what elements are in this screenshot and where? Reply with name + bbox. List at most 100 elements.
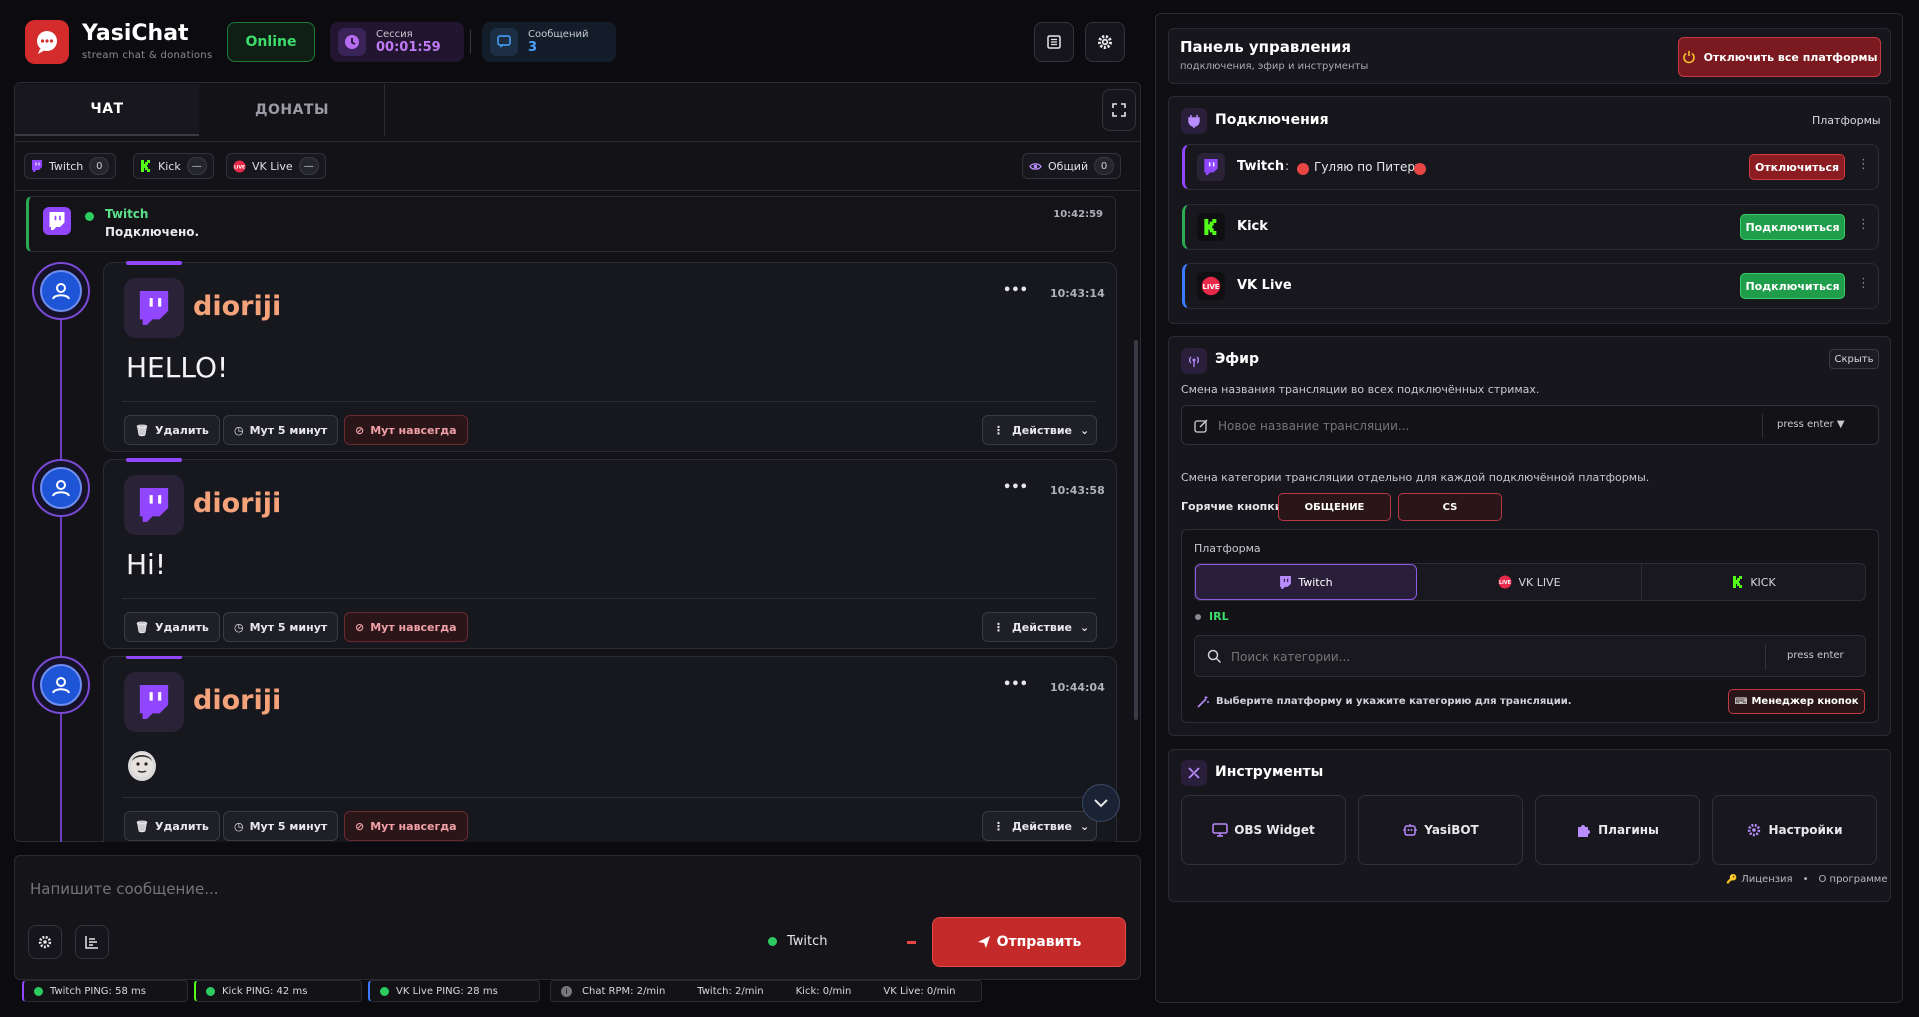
row-menu-icon[interactable]: ⋮ xyxy=(1857,276,1870,291)
session-label: Сессия xyxy=(376,29,413,40)
more-options-button[interactable]: ••• xyxy=(1003,480,1028,495)
system-time: 10:42:59 xyxy=(1053,209,1103,220)
mute-forever-button[interactable]: ⊘ Мут навсегда xyxy=(344,612,468,642)
filter-all[interactable]: Общий 0 xyxy=(1022,153,1122,179)
yasibot-button[interactable]: YasiBOT xyxy=(1358,795,1523,865)
message-icon xyxy=(490,28,518,56)
field-divider xyxy=(1765,644,1766,670)
message-input[interactable] xyxy=(16,860,1136,918)
scroll-down-button[interactable] xyxy=(1082,784,1120,822)
platform-status-dot xyxy=(768,937,777,946)
message-username[interactable]: dioriji xyxy=(193,291,281,322)
hide-button[interactable]: Скрыть xyxy=(1829,349,1879,369)
platforms-label: Платформы xyxy=(1812,114,1881,127)
filter-kick-count: — xyxy=(186,157,207,175)
connect-vklive-button[interactable]: Подключиться xyxy=(1740,273,1845,299)
hotkey-button[interactable]: CS xyxy=(1398,493,1502,521)
twitch-ping-text: Twitch PING: 58 ms xyxy=(50,985,146,997)
twitch-icon xyxy=(124,278,184,338)
messages-label: Сообщений xyxy=(528,29,589,40)
info-icon: i xyxy=(561,985,572,997)
message-text: Hi! xyxy=(126,548,167,581)
stream-title-field: press enter ▼ xyxy=(1181,405,1879,445)
connection-row-twitch: Twitch : Гуляю по Питеру Отключиться ⋮ xyxy=(1182,144,1879,190)
delete-button[interactable]: 🗑 Удалить xyxy=(124,612,220,642)
chat-scrollbar[interactable] xyxy=(1134,340,1138,720)
trash-icon: 🗑 xyxy=(135,423,149,437)
status-dot xyxy=(34,986,43,996)
category-search-input[interactable] xyxy=(1231,645,1731,669)
vklive-ping: VK Live PING: 28 ms xyxy=(368,980,540,1002)
tool-label: Настройки xyxy=(1768,823,1843,837)
twitch-icon xyxy=(124,475,184,535)
action-dropdown[interactable]: ⋮ Действие ⌄ xyxy=(982,415,1097,445)
mute-forever-button[interactable]: ⊘ Мут навсегда xyxy=(344,811,468,841)
user-icon xyxy=(52,677,70,694)
button-manager-button[interactable]: ⌨ Менеджер кнопок xyxy=(1728,689,1865,714)
platform-tab-twitch[interactable]: Twitch xyxy=(1195,564,1417,600)
platform-tab-label: Twitch xyxy=(1298,575,1333,589)
list-view-button[interactable] xyxy=(1034,22,1074,62)
action-dropdown[interactable]: ⋮ Действие ⌄ xyxy=(982,811,1097,841)
platform-tab-kick[interactable]: KICK xyxy=(1643,564,1865,600)
plugins-button[interactable]: Плагины xyxy=(1535,795,1700,865)
vklive-icon: LIVE xyxy=(1197,272,1225,300)
more-options-button[interactable]: ••• xyxy=(1003,677,1028,692)
filter-twitch[interactable]: Twitch 0 xyxy=(24,153,117,179)
mute-5min-button[interactable]: ◷ Мут 5 минут xyxy=(223,612,339,642)
press-enter-hint[interactable]: press enter xyxy=(1787,650,1844,661)
power-icon xyxy=(1682,51,1695,64)
disconnect-twitch-button[interactable]: Отключиться xyxy=(1749,154,1845,180)
platform-tab-label: KICK xyxy=(1750,575,1776,589)
filter-kick[interactable]: Kick — xyxy=(133,153,214,179)
message-username[interactable]: dioriji xyxy=(193,488,281,519)
send-button[interactable]: Отправить xyxy=(932,917,1126,967)
mute-forever-button[interactable]: ⊘ Мут навсегда xyxy=(344,415,468,445)
about-link[interactable]: О программе xyxy=(1818,874,1887,885)
composer-settings-button[interactable] xyxy=(28,925,62,959)
mute-5min-button[interactable]: ◷ Мут 5 минут xyxy=(223,811,339,841)
hotkey-button[interactable]: ОБЩЕНИЕ xyxy=(1278,493,1391,521)
stats-button[interactable] xyxy=(75,925,109,959)
avatar xyxy=(32,262,90,320)
filter-vklive[interactable]: LIVE VK Live — xyxy=(226,153,326,179)
gear-icon xyxy=(1098,35,1112,49)
delete-button[interactable]: 🗑 Удалить xyxy=(124,415,220,445)
connect-kick-button[interactable]: Подключиться xyxy=(1740,214,1845,240)
message-username[interactable]: dioriji xyxy=(193,685,281,716)
mute-forever-label: Мут навсегда xyxy=(370,620,457,634)
stream-title: Гуляю по Питеру xyxy=(1314,160,1423,174)
action-dropdown[interactable]: ⋮ Действие ⌄ xyxy=(982,612,1097,642)
license-link[interactable]: Лицензия xyxy=(1741,874,1792,885)
composer-platform[interactable]: Twitch xyxy=(787,934,828,949)
stream-title-input[interactable] xyxy=(1218,414,1738,438)
hotkeys-label: Горячие кнопки: xyxy=(1181,500,1287,513)
disconnect-all-button[interactable]: Отключить все платформы xyxy=(1678,37,1881,77)
settings-tool-button[interactable]: Настройки xyxy=(1712,795,1877,865)
filter-vklive-count: — xyxy=(298,157,319,175)
tools-title: Инструменты xyxy=(1215,764,1324,780)
press-enter-hint[interactable]: press enter ▼ xyxy=(1777,419,1845,430)
row-menu-icon[interactable]: ⋮ xyxy=(1857,157,1870,172)
obs-widget-button[interactable]: OBS Widget xyxy=(1181,795,1346,865)
app-title: YasiChat xyxy=(82,21,189,46)
delete-button[interactable]: 🗑 Удалить xyxy=(124,811,220,841)
category-hint: Выберите платформу и укажите категорию д… xyxy=(1216,696,1572,707)
connected-dot xyxy=(85,212,94,221)
tab-donations[interactable]: ДОНАТЫ xyxy=(200,84,385,136)
mute-forever-label: Мут навсегда xyxy=(370,819,457,833)
settings-button[interactable] xyxy=(1085,22,1125,62)
platform-tab-vklive[interactable]: LIVE VK LIVE xyxy=(1418,564,1642,600)
mute5-label: Мут 5 минут xyxy=(249,620,328,634)
tab-chat[interactable]: ЧАТ xyxy=(15,84,199,136)
timeline-line xyxy=(60,290,62,842)
app-logo xyxy=(25,20,69,64)
filter-all-count: 0 xyxy=(1094,157,1115,175)
row-menu-icon[interactable]: ⋮ xyxy=(1857,217,1870,232)
more-options-button[interactable]: ••• xyxy=(1003,283,1028,298)
trash-icon: 🗑 xyxy=(135,819,149,833)
filter-kick-label: Kick xyxy=(158,159,181,173)
clock-icon: ◷ xyxy=(234,620,244,634)
mute-5min-button[interactable]: ◷ Мут 5 минут xyxy=(223,415,339,445)
fullscreen-button[interactable] xyxy=(1102,89,1136,131)
